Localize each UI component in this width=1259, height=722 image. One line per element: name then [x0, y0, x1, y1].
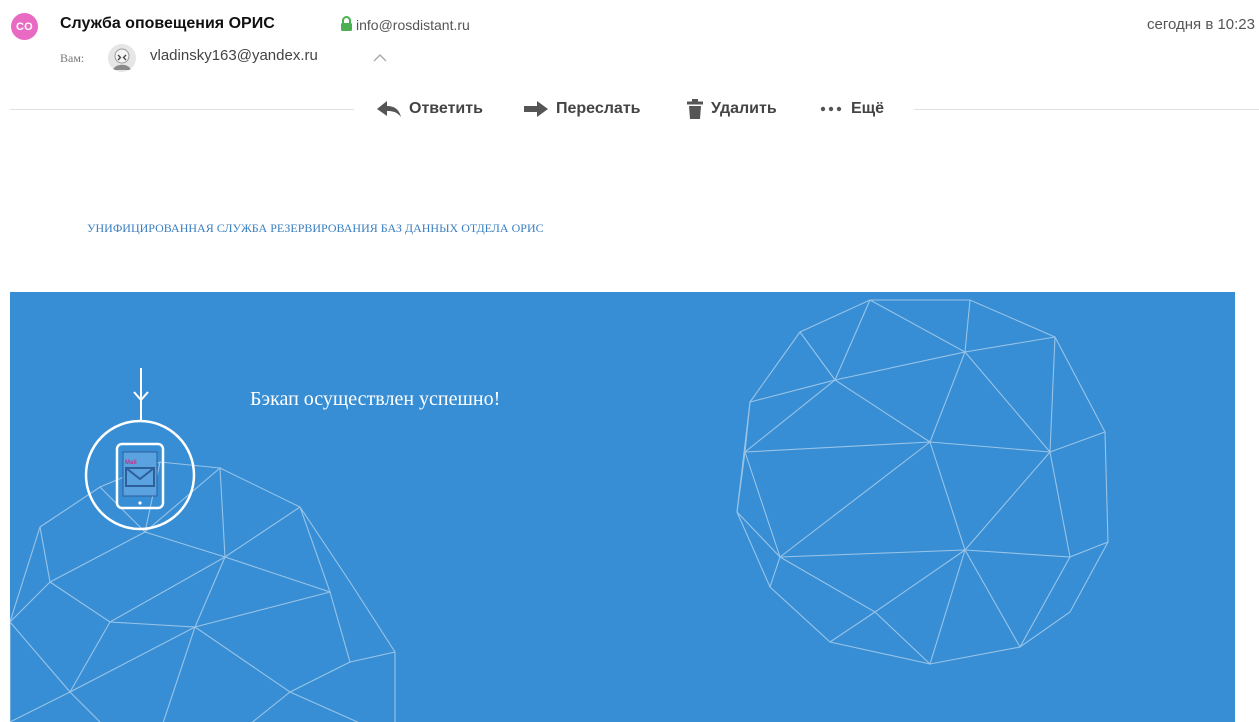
sender-avatar[interactable]: CO	[11, 13, 38, 40]
lock-icon	[341, 16, 352, 31]
toolbar-divider-left	[10, 109, 354, 110]
more-label: Ещё	[851, 100, 885, 117]
polygon-sphere-decoration: Mail	[10, 299, 1109, 722]
forward-button[interactable]: Переслать	[523, 96, 641, 122]
trash-icon	[687, 99, 703, 119]
tablet-screen-label: Mail	[125, 460, 137, 466]
reply-label: Ответить	[409, 100, 483, 117]
forward-label: Переслать	[556, 100, 641, 117]
more-button[interactable]: Ещё	[820, 96, 884, 122]
delete-button[interactable]: Удалить	[686, 96, 777, 122]
chevron-up-icon[interactable]	[373, 53, 387, 63]
sender-name[interactable]: Служба оповещения ОРИС	[60, 15, 275, 33]
more-dots-icon	[820, 106, 842, 112]
email-header: CO Служба оповещения ОРИС info@rosdistan…	[0, 0, 1259, 140]
email-view: CO Служба оповещения ОРИС info@rosdistan…	[0, 0, 1259, 722]
tablet-mail-icon: Mail	[84, 368, 196, 531]
recipient-email[interactable]: vladinsky163@yandex.ru	[150, 47, 318, 64]
reply-arrow-icon	[377, 101, 401, 117]
to-label: Вам:	[60, 51, 85, 65]
notification-banner: Mail Бэкап осуществлен успешно!	[10, 292, 1235, 722]
backup-success-message: Бэкап осуществлен успешно!	[250, 388, 501, 410]
reply-button[interactable]: Ответить	[376, 96, 483, 122]
email-date: сегодня в 10:23	[1147, 16, 1255, 33]
sender-email[interactable]: info@rosdistant.ru	[356, 17, 470, 33]
toolbar-divider-right	[914, 109, 1259, 110]
service-title: УНИФИЦИРОВАННАЯ СЛУЖБА РЕЗЕРВИРОВАНИЯ БА…	[87, 221, 544, 235]
forward-arrow-icon	[524, 101, 548, 117]
recipient-avatar-image	[108, 44, 136, 72]
delete-label: Удалить	[711, 100, 777, 117]
recipient-avatar[interactable]	[108, 44, 136, 72]
